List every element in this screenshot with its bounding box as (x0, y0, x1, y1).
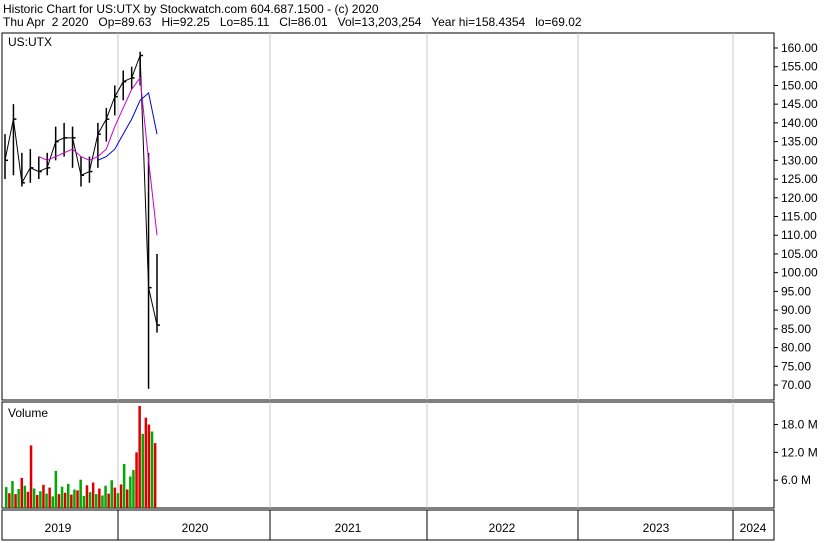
price-tick-label: 70.00 (781, 378, 811, 392)
volume-bar (67, 483, 70, 508)
volume-bar (153, 443, 157, 508)
volume-bar (54, 470, 58, 508)
volume-bar (88, 492, 92, 508)
price-panel: 160.00 155.00 150.00 145.00 140.00 135.00 130.… (1, 32, 818, 401)
volume-bar (51, 496, 54, 508)
volume-bar (98, 488, 101, 508)
volume-bar (129, 476, 132, 508)
volume-bar (132, 470, 135, 508)
volume-bar (29, 445, 33, 508)
price-tick-label: 105.00 (781, 247, 818, 261)
volume-bar (150, 431, 154, 508)
volume-bar (8, 493, 11, 508)
volume-bar (85, 485, 89, 508)
volume-grid (117, 402, 734, 508)
price-tick-label: 125.00 (781, 172, 818, 186)
volume-bar (14, 494, 17, 508)
price-tick-label: 85.00 (781, 322, 811, 336)
volume-bar (60, 486, 64, 508)
volume-tick-label: 6.0 M (781, 473, 811, 487)
price-tick-label: 100.00 (781, 266, 818, 280)
volume-bar (76, 490, 79, 508)
volume-bar (73, 489, 76, 508)
volume-bar (36, 495, 39, 508)
price-tick-label: 150.00 (781, 78, 818, 92)
volume-bar (63, 492, 67, 508)
volume-bar (147, 424, 151, 508)
stock-chart: 160.00 155.00 150.00 145.00 140.00 135.00 130.… (1, 32, 818, 541)
close-line (4, 55, 158, 326)
moving-averages (38, 76, 158, 236)
volume-bar (119, 484, 123, 508)
volume-bar (116, 493, 120, 508)
volume-bar (95, 494, 98, 508)
volume-bar (48, 487, 51, 508)
volume-bar (104, 485, 107, 508)
x-tick-label: 2021 (335, 521, 362, 535)
price-tick-label: 120.00 (781, 191, 818, 205)
volume-y-axis: 18.0 M 12.0 M 6.0 M (774, 418, 818, 487)
volume-bar (39, 491, 42, 508)
volume-bars (5, 406, 157, 508)
volume-panel: 18.0 M 12.0 M 6.0 M Volume (1, 401, 818, 509)
volume-bar (45, 493, 48, 508)
price-tick-label: 155.00 (781, 60, 818, 74)
volume-bar (79, 479, 82, 508)
x-tick-label: 2020 (182, 521, 209, 535)
volume-bar (126, 489, 129, 508)
price-grid (117, 33, 734, 400)
volume-bar (82, 495, 86, 508)
volume-bar (138, 406, 141, 508)
price-y-axis: 160.00 155.00 150.00 145.00 140.00 135.00 130.… (774, 41, 818, 392)
x-axis: 2019 2020 2021 2022 2023 2024 (1, 509, 775, 541)
price-tick-label: 95.00 (781, 284, 811, 298)
price-tick-label: 115.00 (781, 210, 817, 224)
price-tick-label: 145.00 (781, 97, 818, 111)
price-tick-label: 75.00 (781, 359, 811, 373)
price-bars (4, 51, 160, 389)
price-tick-label: 110.00 (781, 228, 817, 242)
volume-bar (26, 491, 30, 508)
volume-bar (70, 494, 73, 508)
volume-bar (113, 487, 117, 508)
volume-bar (107, 493, 110, 508)
price-tick-label: 140.00 (781, 116, 818, 130)
volume-label: Volume (8, 406, 48, 420)
volume-bar (23, 485, 27, 508)
price-tick-label: 80.00 (781, 341, 811, 355)
symbol-label: US:UTX (8, 35, 52, 49)
volume-bar (122, 464, 126, 508)
volume-tick-label: 12.0 M (781, 445, 818, 459)
price-tick-label: 135.00 (781, 135, 818, 149)
header-line-2: Thu Apr 2 2020 Op=89.63 Hi=92.25 Lo=85.1… (3, 15, 582, 29)
price-tick-label: 130.00 (781, 153, 818, 167)
volume-bar (32, 488, 36, 508)
volume-bar (17, 489, 20, 508)
x-tick-label: 2019 (45, 521, 72, 535)
x-tick-label: 2024 (740, 521, 767, 535)
volume-bar (57, 494, 61, 508)
volume-bar (101, 495, 104, 508)
x-tick-label: 2022 (489, 521, 516, 535)
volume-bar (135, 452, 138, 508)
volume-bar (5, 487, 8, 508)
volume-bar (11, 481, 14, 508)
volume-bar (42, 484, 45, 508)
volume-bar (91, 482, 95, 508)
volume-bar (110, 480, 113, 508)
price-tick-label: 90.00 (781, 303, 811, 317)
x-tick-label: 2023 (643, 521, 670, 535)
volume-bar (144, 417, 148, 508)
volume-tick-label: 18.0 M (781, 418, 818, 432)
volume-bar (20, 477, 23, 508)
volume-bar (141, 433, 144, 508)
price-tick-label: 160.00 (781, 41, 818, 55)
